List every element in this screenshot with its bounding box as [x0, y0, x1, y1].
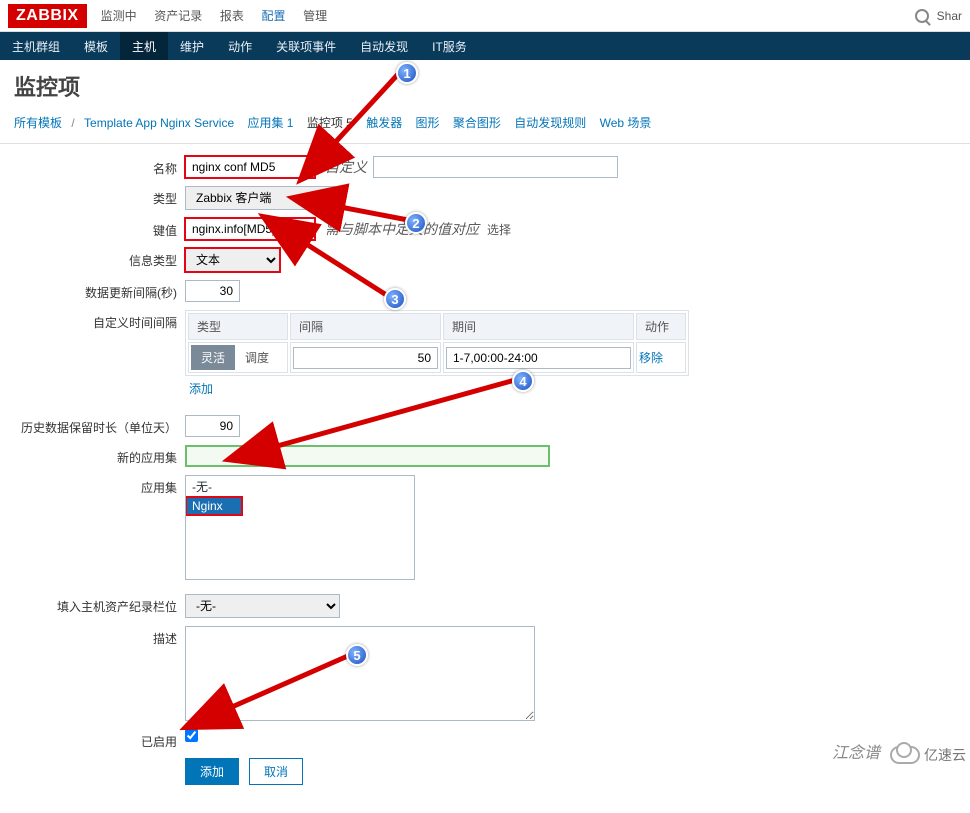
label-type: 类型	[0, 186, 185, 207]
th-interval: 间隔	[290, 313, 441, 340]
new-app-input[interactable]	[185, 445, 550, 467]
remove-interval-link[interactable]: 移除	[639, 351, 663, 365]
flexible-tab[interactable]: 灵活	[191, 345, 235, 370]
appset-listbox[interactable]: -无- Nginx	[185, 475, 415, 580]
name-input-ext[interactable]	[373, 156, 618, 178]
bc-triggers[interactable]: 触发器	[366, 116, 402, 130]
app-opt-none[interactable]: -无-	[186, 476, 414, 497]
topnav-admin[interactable]: 管理	[303, 9, 327, 23]
topnav-inventory[interactable]: 资产记录	[154, 9, 202, 23]
interval-table: 类型 间隔 期间 动作 灵活调度 移除	[185, 310, 689, 376]
cloud-icon	[890, 746, 920, 764]
asset-select[interactable]: -无-	[185, 594, 340, 618]
subnav-correlation[interactable]: 关联项事件	[264, 32, 348, 60]
top-bar: ZABBIX 监测中 资产记录 报表 配置 管理 Shar	[0, 0, 970, 32]
share-link[interactable]: Shar	[937, 9, 962, 23]
th-period: 期间	[443, 313, 634, 340]
topnav-monitoring[interactable]: 监测中	[101, 9, 137, 23]
app-opt-nginx[interactable]: Nginx	[186, 497, 242, 515]
key-note: 需与脚本中定义的值对应	[325, 219, 479, 239]
description-textarea[interactable]	[185, 626, 535, 721]
name-note: 自定义	[325, 157, 367, 177]
label-history: 历史数据保留时长（单位天）	[0, 415, 185, 436]
callout-4: 4	[512, 370, 534, 392]
label-asset: 填入主机资产纪录栏位	[0, 594, 185, 615]
add-interval-link[interactable]: 添加	[189, 380, 213, 397]
item-form: 名称 自定义 类型 Zabbix 客户端 键值 需与脚本中定义的值对应 选择 信…	[0, 144, 970, 813]
label-key: 键值	[0, 218, 185, 239]
bc-web[interactable]: Web 场景	[600, 116, 652, 130]
subnav-hosts[interactable]: 主机	[120, 32, 168, 60]
type-select[interactable]: Zabbix 客户端	[185, 186, 335, 210]
bc-items: 监控项 5	[307, 116, 353, 130]
bc-appsets[interactable]: 应用集 1	[247, 116, 293, 130]
interval-value-input[interactable]	[293, 347, 438, 369]
key-select-link[interactable]: 选择	[487, 221, 511, 238]
top-nav: 监测中 资产记录 报表 配置 管理	[87, 7, 328, 24]
bc-template[interactable]: Template App Nginx Service	[84, 116, 234, 130]
label-name: 名称	[0, 156, 185, 177]
label-update-interval: 数据更新间隔(秒)	[0, 280, 185, 301]
watermark-author: 江念谱	[832, 739, 880, 763]
label-appset: 应用集	[0, 475, 185, 496]
subnav-hostgroups[interactable]: 主机群组	[0, 32, 72, 60]
page-title: 监控项	[0, 60, 970, 108]
bc-all-templates[interactable]: 所有模板	[14, 116, 62, 130]
label-custom-interval: 自定义时间间隔	[0, 310, 185, 331]
search-icon[interactable]	[915, 9, 929, 23]
label-enabled: 已启用	[0, 729, 185, 750]
callout-1: 1	[396, 62, 418, 84]
subnav-itservices[interactable]: IT服务	[420, 32, 479, 60]
callout-2: 2	[405, 212, 427, 234]
callout-3: 3	[384, 288, 406, 310]
subnav-maintenance[interactable]: 维护	[168, 32, 216, 60]
infotype-select[interactable]: 文本	[185, 248, 280, 272]
bc-graphs[interactable]: 图形	[416, 116, 440, 130]
topnav-reports[interactable]: 报表	[220, 9, 244, 23]
bc-discovery[interactable]: 自动发现规则	[514, 116, 586, 130]
bc-agg-graphs[interactable]: 聚合图形	[453, 116, 501, 130]
th-action: 动作	[636, 313, 686, 340]
scheduled-tab[interactable]: 调度	[235, 345, 279, 370]
submit-button[interactable]: 添加	[185, 758, 239, 785]
topnav-configuration[interactable]: 配置	[261, 9, 285, 23]
sub-nav: 主机群组 模板 主机 维护 动作 关联项事件 自动发现 IT服务	[0, 32, 970, 60]
history-input[interactable]	[185, 415, 240, 437]
breadcrumb: 所有模板 / Template App Nginx Service 应用集 1 …	[0, 108, 970, 144]
th-type: 类型	[188, 313, 288, 340]
name-input[interactable]	[185, 156, 315, 178]
subnav-discovery[interactable]: 自动发现	[348, 32, 420, 60]
update-interval-input[interactable]	[185, 280, 240, 302]
callout-5: 5	[346, 644, 368, 666]
watermark-brand: 亿速云	[890, 745, 966, 765]
cancel-button[interactable]: 取消	[249, 758, 303, 785]
subnav-templates[interactable]: 模板	[72, 32, 120, 60]
label-infotype: 信息类型	[0, 248, 185, 269]
period-input[interactable]	[446, 347, 631, 369]
label-desc: 描述	[0, 626, 185, 647]
subnav-actions[interactable]: 动作	[216, 32, 264, 60]
label-newapp: 新的应用集	[0, 445, 185, 466]
zabbix-logo: ZABBIX	[8, 4, 87, 28]
key-input[interactable]	[185, 218, 315, 240]
enabled-checkbox[interactable]	[185, 729, 198, 742]
